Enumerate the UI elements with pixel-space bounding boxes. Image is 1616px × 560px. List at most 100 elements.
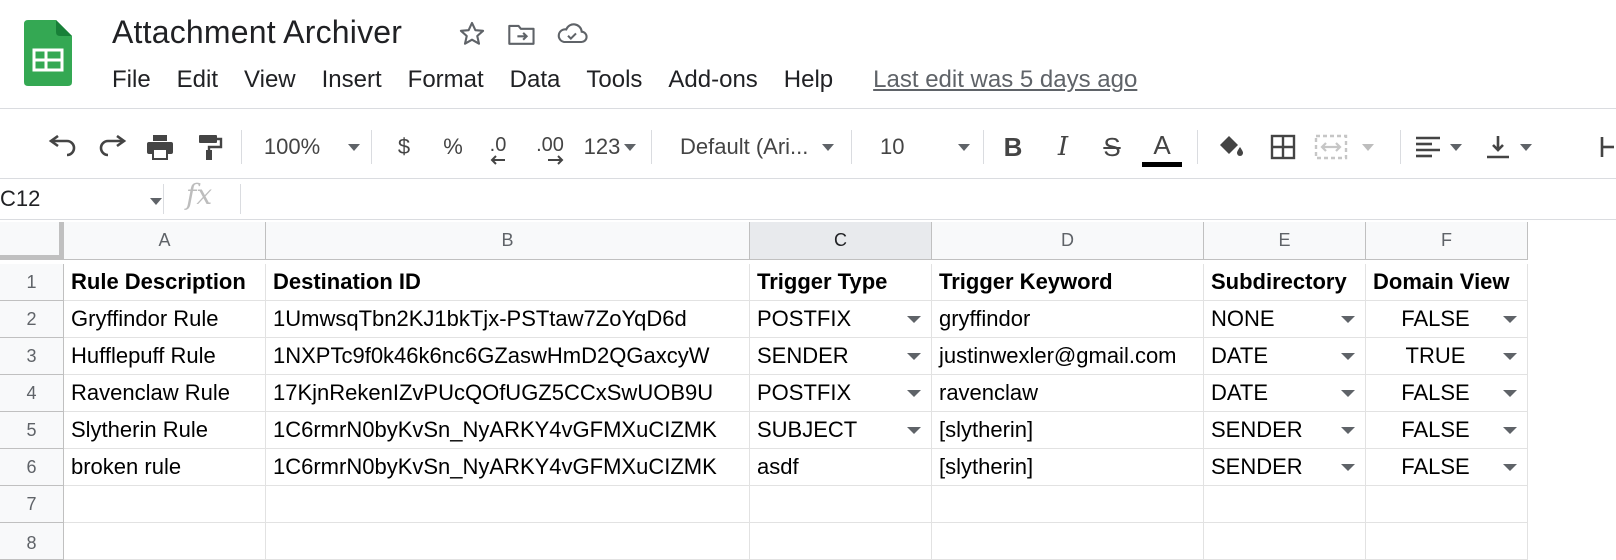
currency-format-button[interactable]: $	[388, 116, 420, 178]
cell-d[interactable]: gryffindor	[932, 301, 1204, 338]
row-header[interactable]: 8	[0, 523, 64, 560]
select-all-corner[interactable]	[0, 222, 64, 260]
column-header-c[interactable]: C	[750, 222, 932, 260]
font-family-select[interactable]: Default (Ari...	[670, 116, 842, 178]
cell-f[interactable]: FALSE	[1366, 375, 1528, 412]
header-cell-a[interactable]: Rule Description	[64, 264, 266, 301]
google-sheets-logo[interactable]	[24, 20, 72, 86]
cell-c[interactable]	[750, 486, 932, 523]
cell-f[interactable]: FALSE	[1366, 449, 1528, 486]
italic-icon[interactable]: I	[1045, 116, 1081, 178]
dropdown-arrow-icon[interactable]	[907, 390, 921, 397]
column-header-f[interactable]: F	[1366, 222, 1528, 260]
text-color-icon[interactable]: A	[1142, 116, 1182, 178]
cell-d[interactable]: [slytherin]	[932, 412, 1204, 449]
cell-d[interactable]: ravenclaw	[932, 375, 1204, 412]
merge-cells-icon[interactable]	[1314, 116, 1380, 178]
dropdown-arrow-icon[interactable]	[1341, 353, 1355, 360]
horizontal-align-icon[interactable]	[1414, 116, 1476, 178]
row-header[interactable]: 2	[0, 301, 64, 338]
redo-icon[interactable]	[93, 116, 131, 178]
cell-b[interactable]: 1C6rmrN0byKvSn_NyARKY4vGFMXuCIZMK	[266, 449, 750, 486]
dropdown-arrow-icon[interactable]	[1503, 427, 1517, 434]
cell-c[interactable]: SUBJECT	[750, 412, 932, 449]
cell-e[interactable]: SENDER	[1204, 449, 1366, 486]
cell-e[interactable]	[1204, 523, 1366, 560]
undo-icon[interactable]	[44, 116, 82, 178]
dropdown-arrow-icon[interactable]	[1341, 316, 1355, 323]
document-title[interactable]: Attachment Archiver	[112, 14, 402, 51]
header-cell-c[interactable]: Trigger Type	[750, 264, 932, 301]
row-header[interactable]: 5	[0, 412, 64, 449]
name-box[interactable]: C12	[0, 186, 40, 212]
decrease-decimal-button[interactable]: .0	[480, 116, 516, 178]
formula-input[interactable]	[250, 186, 1600, 216]
cell-d[interactable]	[932, 486, 1204, 523]
cell-b[interactable]	[266, 486, 750, 523]
cell-c[interactable]: asdf	[750, 449, 932, 486]
header-cell-b[interactable]: Destination ID	[266, 264, 750, 301]
menu-file[interactable]: File	[112, 66, 151, 94]
cell-e[interactable]: DATE	[1204, 375, 1366, 412]
column-header-e[interactable]: E	[1204, 222, 1366, 260]
column-header-b[interactable]: B	[266, 222, 750, 260]
dropdown-arrow-icon[interactable]	[907, 316, 921, 323]
font-size-select[interactable]: 10	[868, 116, 974, 178]
cell-f[interactable]: FALSE	[1366, 301, 1528, 338]
dropdown-arrow-icon[interactable]	[907, 353, 921, 360]
menu-insert[interactable]: Insert	[322, 66, 382, 94]
cell-c[interactable]: SENDER	[750, 338, 932, 375]
dropdown-arrow-icon[interactable]	[1503, 390, 1517, 397]
percent-format-button[interactable]: %	[437, 116, 469, 178]
cell-d[interactable]: [slytherin]	[932, 449, 1204, 486]
cell-e[interactable]: DATE	[1204, 338, 1366, 375]
row-header[interactable]: 3	[0, 338, 64, 375]
row-header[interactable]: 1	[0, 264, 64, 301]
text-wrap-icon[interactable]	[1596, 116, 1616, 178]
chevron-down-icon[interactable]	[150, 198, 162, 205]
vertical-align-icon[interactable]	[1484, 116, 1548, 178]
cell-b[interactable]	[266, 523, 750, 560]
cell-e[interactable]: SENDER	[1204, 412, 1366, 449]
cell-a[interactable]: broken rule	[64, 449, 266, 486]
cell-e[interactable]: NONE	[1204, 301, 1366, 338]
header-cell-f[interactable]: Domain View	[1366, 264, 1528, 301]
cell-a[interactable]	[64, 523, 266, 560]
cell-b[interactable]: 1NXPTc9f0k46k6nc6GZaswHmD2QGaxcyW	[266, 338, 750, 375]
menu-format[interactable]: Format	[408, 66, 484, 94]
cell-a[interactable]: Slytherin Rule	[64, 412, 266, 449]
cell-a[interactable]: Ravenclaw Rule	[64, 375, 266, 412]
cell-d[interactable]	[932, 523, 1204, 560]
dropdown-arrow-icon[interactable]	[1341, 390, 1355, 397]
column-header-a[interactable]: A	[64, 222, 266, 260]
menu-help[interactable]: Help	[784, 66, 833, 94]
cell-c[interactable]	[750, 523, 932, 560]
menu-tools[interactable]: Tools	[586, 66, 642, 94]
cell-a[interactable]	[64, 486, 266, 523]
dropdown-arrow-icon[interactable]	[1503, 353, 1517, 360]
menu-view[interactable]: View	[244, 66, 296, 94]
more-formats-select[interactable]: 123	[580, 116, 640, 178]
paint-format-icon[interactable]	[191, 116, 229, 178]
cell-b[interactable]: 1C6rmrN0byKvSn_NyARKY4vGFMXuCIZMK	[266, 412, 750, 449]
last-edit-link[interactable]: Last edit was 5 days ago	[873, 66, 1137, 94]
move-to-folder-icon[interactable]	[506, 18, 538, 50]
star-icon[interactable]	[456, 18, 488, 50]
cell-e[interactable]	[1204, 486, 1366, 523]
increase-decimal-button[interactable]: .00	[528, 116, 572, 178]
cell-c[interactable]: POSTFIX	[750, 375, 932, 412]
print-icon[interactable]	[141, 116, 179, 178]
cell-a[interactable]: Hufflepuff Rule	[64, 338, 266, 375]
cloud-saved-icon[interactable]	[556, 18, 588, 50]
menu-data[interactable]: Data	[510, 66, 561, 94]
row-header[interactable]: 4	[0, 375, 64, 412]
dropdown-arrow-icon[interactable]	[1341, 464, 1355, 471]
bold-icon[interactable]: B	[995, 116, 1031, 178]
cell-d[interactable]: justinwexler@gmail.com	[932, 338, 1204, 375]
header-cell-d[interactable]: Trigger Keyword	[932, 264, 1204, 301]
cell-f[interactable]	[1366, 486, 1528, 523]
dropdown-arrow-icon[interactable]	[1341, 427, 1355, 434]
header-cell-e[interactable]: Subdirectory	[1204, 264, 1366, 301]
dropdown-arrow-icon[interactable]	[1503, 316, 1517, 323]
menu-add-ons[interactable]: Add-ons	[668, 66, 757, 94]
